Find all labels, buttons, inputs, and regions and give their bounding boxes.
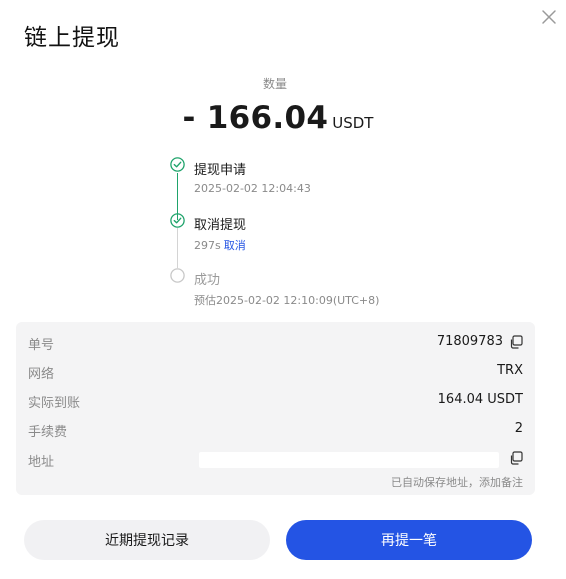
add-remark-link[interactable]: 添加备注 [479, 476, 523, 489]
copy-icon[interactable] [509, 451, 523, 465]
step-1-title: 提现申请 [194, 163, 247, 178]
order-no-value: 71809783 [436, 334, 503, 349]
pending-circle-icon [170, 268, 185, 283]
fee-label: 手续费 [28, 425, 68, 440]
step-2-countdown: 297s 取消 [194, 237, 246, 253]
fee-row: 手续费 2 [28, 421, 523, 441]
received-value: 164.04 USDT [437, 392, 523, 407]
address-save-note: 已自动保存地址，添加备注 [391, 474, 523, 490]
check-circle-icon [170, 157, 185, 172]
step-1-time: 2025-02-02 12:04:43 [194, 182, 311, 195]
amount-label: 数量 [262, 77, 287, 91]
amount-display: - 166.04 USDT [0, 100, 556, 136]
step-3-estimate: 预估2025-02-02 12:10:09(UTC+8) [194, 294, 380, 307]
network-row: 网络 TRX [28, 363, 523, 383]
close-icon[interactable] [540, 8, 558, 26]
fee-value: 2 [514, 421, 523, 436]
order-no-label: 单号 [28, 338, 55, 353]
address-note-text: 已自动保存地址， [391, 476, 479, 489]
address-row: 地址 [28, 451, 523, 471]
countdown-value: 297s [194, 239, 221, 252]
address-value-redacted [199, 452, 499, 468]
network-value: TRX [497, 363, 523, 378]
amount-unit: USDT [332, 114, 374, 132]
order-no-row: 单号 71809783 [28, 334, 523, 354]
step-3-title: 成功 [194, 273, 221, 288]
network-label: 网络 [28, 367, 55, 382]
details-panel: 单号 71809783 网络 TRX 实际到账 164.04 USDT 手续费 … [16, 322, 535, 495]
withdraw-history-button[interactable]: 近期提现记录 [24, 520, 270, 560]
check-circle-icon [170, 213, 185, 228]
address-label: 地址 [28, 455, 55, 470]
received-row: 实际到账 164.04 USDT [28, 392, 523, 412]
copy-icon[interactable] [509, 334, 523, 349]
step-2-title: 取消提现 [194, 218, 247, 233]
cancel-withdraw-link[interactable]: 取消 [224, 239, 246, 252]
withdraw-again-button[interactable]: 再提一笔 [286, 520, 532, 560]
timeline-line-pending [177, 228, 178, 268]
amount-value: - 166.04 [182, 100, 329, 136]
dialog-title: 链上提现 [24, 25, 120, 51]
status-timeline: 提现申请 2025-02-02 12:04:43 取消提现 297s 取消 成功 … [170, 156, 470, 307]
received-label: 实际到账 [28, 396, 81, 411]
